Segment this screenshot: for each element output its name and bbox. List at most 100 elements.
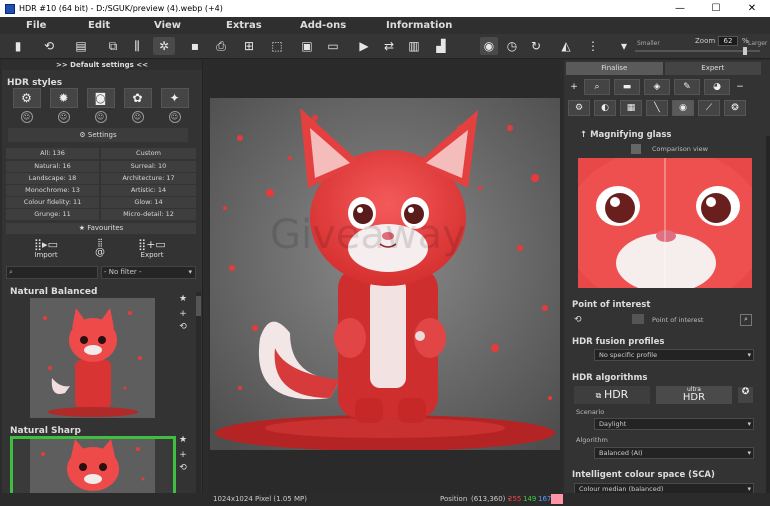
aperture-icon[interactable]: ❂: [724, 100, 746, 116]
brush-icon[interactable]: ✎: [674, 79, 700, 95]
refresh-icon[interactable]: ⟲: [178, 322, 188, 332]
ultra-hdr-button[interactable]: ultra HDR: [656, 386, 732, 404]
magnifier-icon[interactable]: ⌕: [584, 79, 610, 95]
zoom-slider[interactable]: [635, 47, 760, 55]
flip-icon[interactable]: ⇄: [380, 37, 398, 55]
add-icon[interactable]: +: [178, 450, 188, 460]
category-surreal[interactable]: Surreal: 10: [101, 161, 196, 172]
star-icon[interactable]: ★: [178, 294, 188, 304]
fusion-profile-select[interactable]: No specific profile ▾: [594, 349, 754, 361]
category-glow[interactable]: Glow: 14: [101, 197, 196, 208]
category-micro-detail[interactable]: Micro-detail: 12: [101, 209, 196, 220]
algorithm-select[interactable]: Balanced (AI) ▾: [594, 447, 754, 459]
star-icon[interactable]: ★: [178, 435, 188, 445]
scenario-select[interactable]: Daylight ▾: [594, 418, 754, 430]
eraser-icon[interactable]: ⟋: [698, 100, 720, 116]
category-monochrome[interactable]: Monochrome: 13: [6, 185, 99, 196]
rotate-icon[interactable]: ⟲: [40, 37, 58, 55]
preset-search-input[interactable]: ⌕: [6, 266, 98, 279]
category-grunge[interactable]: Grunge: 11: [6, 209, 99, 220]
style-button-5[interactable]: ✦ ☺: [156, 88, 193, 124]
poi-zoom-icon[interactable]: ⌕: [740, 314, 752, 326]
category-architecture[interactable]: Architecture: 17: [101, 173, 196, 184]
minimize-button[interactable]: —: [662, 3, 698, 14]
hdr-button[interactable]: ⧉ HDR: [574, 386, 650, 404]
category-custom[interactable]: Custom: [101, 148, 196, 159]
image-canvas: Giveaway: [208, 60, 560, 498]
add-icon[interactable]: +: [568, 79, 580, 95]
adjust-icon[interactable]: ⫼: [128, 37, 146, 55]
main-image[interactable]: Giveaway: [210, 98, 560, 450]
maximize-button[interactable]: ☐: [698, 3, 734, 14]
line-icon[interactable]: ╲: [646, 100, 668, 116]
frame-icon[interactable]: ▥: [405, 37, 423, 55]
batch-icon[interactable]: ⊞: [240, 37, 258, 55]
export-button[interactable]: ⣿+▭ Export: [134, 238, 170, 259]
hdr-tool-icon[interactable]: ✲: [153, 37, 175, 55]
settings-icon[interactable]: ⚙: [568, 100, 590, 116]
style-button-1[interactable]: ⚙ ☺: [8, 88, 45, 124]
category-artistic[interactable]: Artistic: 14: [101, 185, 196, 196]
category-colour-fidelity[interactable]: Colour fidelity: 11: [6, 197, 99, 208]
compare-icon[interactable]: ▣: [298, 37, 316, 55]
layers-icon[interactable]: ⧉: [104, 37, 122, 55]
menu-information[interactable]: Information: [386, 20, 452, 31]
filter-select[interactable]: - No filter - ▾: [101, 266, 196, 279]
noise-icon[interactable]: ▦: [620, 100, 642, 116]
refresh-icon[interactable]: ⟲: [178, 463, 188, 473]
poi-image-icon[interactable]: [632, 314, 644, 324]
add-icon[interactable]: +: [178, 309, 188, 319]
minus-icon[interactable]: −: [734, 79, 746, 95]
point-of-interest-button[interactable]: Point of interest: [652, 316, 703, 324]
lightbulb-icon[interactable]: ✪: [738, 387, 753, 403]
tab-finalise[interactable]: Finalise: [566, 62, 663, 75]
category-natural[interactable]: Natural: 16: [6, 161, 99, 172]
menu-extras[interactable]: Extras: [226, 20, 262, 31]
hue-icon[interactable]: ◉: [672, 100, 694, 116]
redo-icon[interactable]: ↻: [527, 37, 545, 55]
scrollbar-thumb[interactable]: [196, 296, 201, 316]
menu-edit[interactable]: Edit: [88, 20, 110, 31]
print-icon[interactable]: ⎙: [212, 37, 230, 55]
layers-icon[interactable]: ◈: [644, 79, 670, 95]
menu-addons[interactable]: Add-ons: [300, 20, 346, 31]
contrast-icon[interactable]: ◐: [594, 100, 616, 116]
color-wheel-icon[interactable]: ◕: [704, 79, 730, 95]
magnifier-preview[interactable]: [578, 158, 752, 288]
new-document-icon[interactable]: ▮: [9, 37, 27, 55]
email-button[interactable]: ⣿ @: [88, 238, 112, 258]
category-all[interactable]: All: 136: [6, 148, 99, 159]
save-icon[interactable]: ▪: [186, 37, 204, 55]
preset-thumbnail-natural-sharp[interactable]: [10, 436, 176, 498]
eye-icon[interactable]: ◉: [480, 37, 498, 55]
zoom-input[interactable]: 62: [718, 36, 738, 46]
category-landscape[interactable]: Landscape: 18: [6, 173, 99, 184]
settings-button[interactable]: ⚙ Settings: [8, 128, 188, 142]
favourites-button[interactable]: ★ Favourites: [6, 223, 196, 234]
comparison-toggle[interactable]: [631, 144, 641, 154]
more-icon[interactable]: ⋮: [584, 37, 602, 55]
play-icon[interactable]: ▶: [355, 37, 373, 55]
default-settings-header[interactable]: >> Default settings <<: [2, 60, 202, 70]
export-icon[interactable]: ⬚: [268, 37, 286, 55]
style-button-3[interactable]: ◙ ☺: [82, 88, 119, 124]
style-button-4[interactable]: ✿ ☺: [119, 88, 156, 124]
style-button-2[interactable]: ✹ ☺: [45, 88, 82, 124]
tab-expert[interactable]: Expert: [664, 62, 761, 75]
menu-file[interactable]: File: [26, 20, 46, 31]
fill-icon[interactable]: ▾: [615, 37, 633, 55]
histogram-icon[interactable]: ▟: [432, 37, 450, 55]
preset-scrollbar[interactable]: [196, 292, 201, 497]
preset-thumbnail-natural-balanced[interactable]: [30, 298, 155, 418]
image-icon[interactable]: ▬: [614, 79, 640, 95]
right-panel-scrollbar[interactable]: [766, 136, 770, 496]
menu-view[interactable]: View: [154, 20, 181, 31]
open-file-icon[interactable]: ▤: [72, 37, 90, 55]
mirror-icon[interactable]: ◭: [557, 37, 575, 55]
import-button[interactable]: ⣿▸▭ Import: [28, 238, 64, 259]
close-button[interactable]: ✕: [734, 3, 770, 14]
slideshow-icon[interactable]: ▭: [324, 37, 342, 55]
history-icon[interactable]: ◷: [503, 37, 521, 55]
zoom-slider-knob[interactable]: [743, 47, 747, 55]
refresh-icon[interactable]: ⟲: [574, 315, 582, 325]
